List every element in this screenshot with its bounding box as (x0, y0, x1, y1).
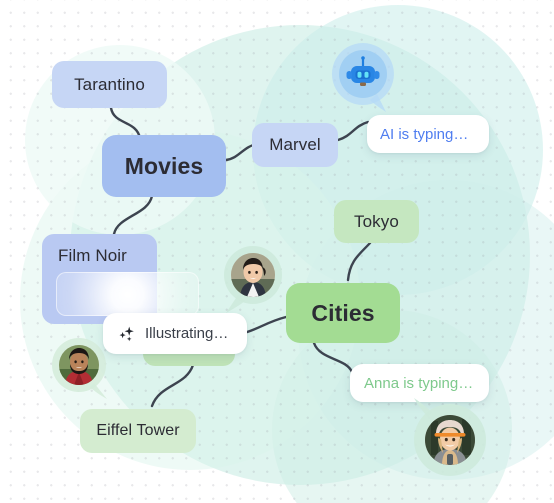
node-label: Cities (311, 299, 375, 326)
node-film-noir[interactable]: Film Noir (42, 234, 199, 324)
avatar-pin-anna[interactable] (410, 398, 486, 478)
node-label: Eiffel Tower (96, 422, 180, 439)
status-pill-illustrating: Illustrating… (103, 313, 247, 354)
sparkles-glyph (119, 326, 134, 341)
node-label: Film Noir (58, 246, 127, 265)
avatar-pin-collaborator-1[interactable] (222, 245, 284, 313)
node-label: Movies (124, 152, 204, 179)
mindmap-canvas: Tarantino Movies Marvel Film Noir Tokyo … (0, 0, 554, 503)
photo-icon (231, 253, 275, 297)
robot-icon (343, 54, 383, 94)
status-pill-ai-typing: AI is typing… (367, 115, 489, 153)
avatar-pin-ai-bot[interactable] (330, 42, 396, 114)
status-pill-anna-typing: Anna is typing… (350, 364, 489, 402)
status-pill-text: Illustrating… (145, 325, 229, 342)
node-label: Tarantino (74, 74, 145, 94)
node-cities[interactable]: Cities (286, 283, 400, 343)
portrait-glyph (425, 415, 475, 465)
status-pill-text: AI is typing… (380, 125, 469, 143)
photo-icon (425, 415, 475, 465)
sparkles-icon (117, 324, 137, 344)
node-tarantino[interactable]: Tarantino (52, 61, 167, 108)
portrait-glyph (59, 345, 99, 385)
node-label: Marvel (269, 135, 321, 154)
image-loading-placeholder (56, 272, 199, 316)
portrait-glyph (231, 253, 275, 297)
node-tokyo[interactable]: Tokyo (334, 200, 419, 243)
photo-icon (59, 345, 99, 385)
node-marvel[interactable]: Marvel (252, 123, 338, 167)
avatar-pin-collaborator-2[interactable] (52, 337, 110, 399)
node-label: Tokyo (354, 211, 399, 231)
node-eiffel-tower[interactable]: Eiffel Tower (80, 409, 196, 453)
node-movies[interactable]: Movies (102, 135, 226, 197)
status-pill-text: Anna is typing… (364, 374, 474, 392)
robot-glyph (346, 56, 380, 86)
